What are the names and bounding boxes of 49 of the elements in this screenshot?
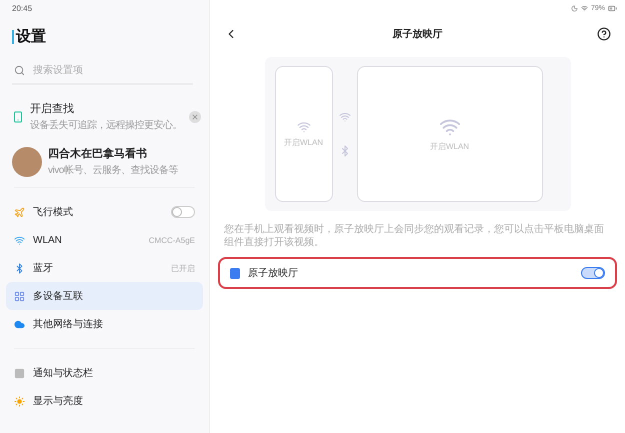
item-label: 其他网络与连接	[33, 318, 104, 331]
toggle-switch[interactable]	[581, 267, 605, 279]
status-time: 20:45	[12, 4, 34, 13]
sidebar-item[interactable]: 蓝牙 已开启	[6, 254, 203, 282]
account-subtitle: vivo帐号、云服务、查找设备等	[48, 164, 179, 177]
sidebar-item[interactable]: 通知与状态栏	[6, 359, 203, 387]
account-name: 四合木在巴拿马看书	[48, 146, 148, 161]
find-subtitle: 设备丢失可追踪，远程操控更安心。	[30, 118, 183, 132]
setting-label: 原子放映厅	[248, 266, 299, 280]
wifi-icon	[296, 120, 310, 134]
sidebar-item[interactable]: WLAN CMCC-A5gE	[6, 226, 203, 254]
description-text: 您在手机上观看视频时，原子放映厅上会同步您的观看记录，您可以点击平板电脑桌面组件直接打开该视频。	[224, 223, 605, 249]
sidebar-item[interactable]: 飞行模式	[6, 198, 203, 226]
wifi-icon	[580, 4, 588, 12]
phone-wlan-label: 开启WLAN	[284, 137, 324, 148]
close-button[interactable]	[189, 110, 201, 122]
item-label: 飞行模式	[33, 206, 74, 219]
rectangle-icon	[14, 368, 25, 378]
item-label: 多设备互联	[33, 290, 84, 303]
toggle-switch[interactable]	[171, 206, 195, 218]
app-icon	[230, 268, 240, 278]
cloud-icon	[14, 318, 25, 330]
page-title: 原子放映厅	[392, 28, 442, 41]
item-value: CMCC-A5gE	[148, 236, 195, 244]
accent-bar	[12, 30, 14, 44]
avatar[interactable]	[12, 146, 42, 176]
bluetooth-icon	[14, 262, 25, 274]
sidebar-item[interactable]: 其他网络与连接	[6, 310, 203, 338]
phone-icon	[12, 110, 24, 122]
help-icon[interactable]	[597, 27, 611, 41]
wifi-icon	[14, 234, 25, 246]
search-field[interactable]: 搜索设置项	[31, 64, 191, 77]
moon-icon	[570, 4, 578, 12]
devices-icon	[14, 290, 25, 302]
sun-icon	[14, 396, 25, 406]
sidebar-item[interactable]: 显示与亮度	[6, 387, 203, 415]
airplane-icon	[14, 206, 25, 218]
battery-icon	[608, 4, 617, 12]
item-label: WLAN	[33, 234, 63, 246]
sidebar-item[interactable]: 多设备互联	[6, 282, 203, 310]
item-label: 蓝牙	[33, 262, 54, 275]
item-value: 已开启	[171, 262, 195, 274]
close-icon	[191, 112, 199, 120]
search-icon	[14, 65, 25, 76]
settings-title: 设置	[16, 27, 46, 46]
tablet-wlan-label: 开启WLAN	[430, 141, 470, 152]
find-title: 开启查找	[30, 102, 75, 116]
item-label: 通知与状态栏	[33, 366, 94, 380]
item-label: 显示与亮度	[33, 394, 84, 408]
